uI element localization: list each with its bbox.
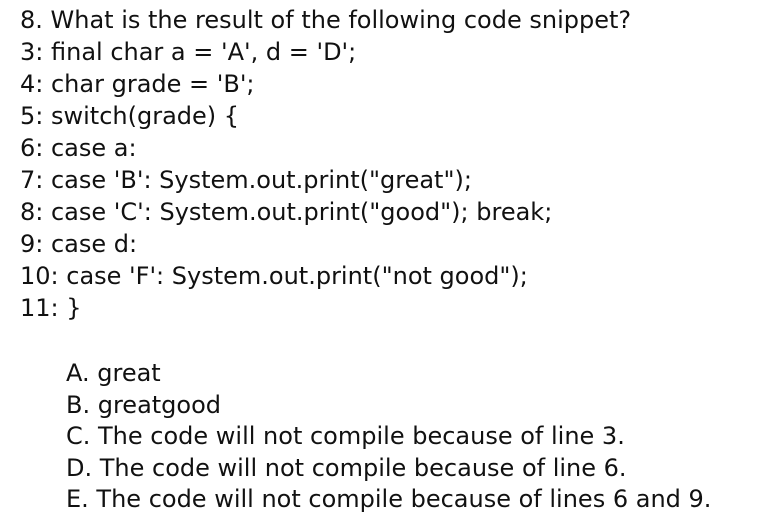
code-line-7: 7: case 'B': System.out.print("great"); — [20, 166, 472, 194]
code-line-4: 4: char grade = 'B'; — [20, 70, 255, 98]
option-c: C. The code will not compile because of … — [66, 422, 625, 450]
code-line-6: 6: case a: — [20, 134, 137, 162]
option-a: A. great — [66, 359, 161, 387]
code-line-8: 8: case 'C': System.out.print("good"); b… — [20, 198, 553, 226]
code-snippet: 3: final char a = 'A', d = 'D'; 4: char … — [20, 36, 552, 324]
code-line-10: 10: case 'F': System.out.print("not good… — [20, 262, 528, 290]
option-b: B. greatgood — [66, 390, 222, 419]
code-line-9: 9: case d: — [20, 230, 138, 258]
question-text: 8. What is the result of the following c… — [20, 6, 632, 34]
code-line-5: 5: switch(grade) { — [20, 102, 240, 130]
option-d: D. The code will not compile because of … — [66, 453, 627, 482]
answer-options: A. great B. greatgood C. The code will n… — [66, 358, 711, 516]
code-line-11: 11: } — [20, 294, 82, 322]
option-e: E. The code will not compile because of … — [66, 485, 712, 513]
code-line-3: 3: final char a = 'A', d = 'D'; — [20, 38, 357, 66]
